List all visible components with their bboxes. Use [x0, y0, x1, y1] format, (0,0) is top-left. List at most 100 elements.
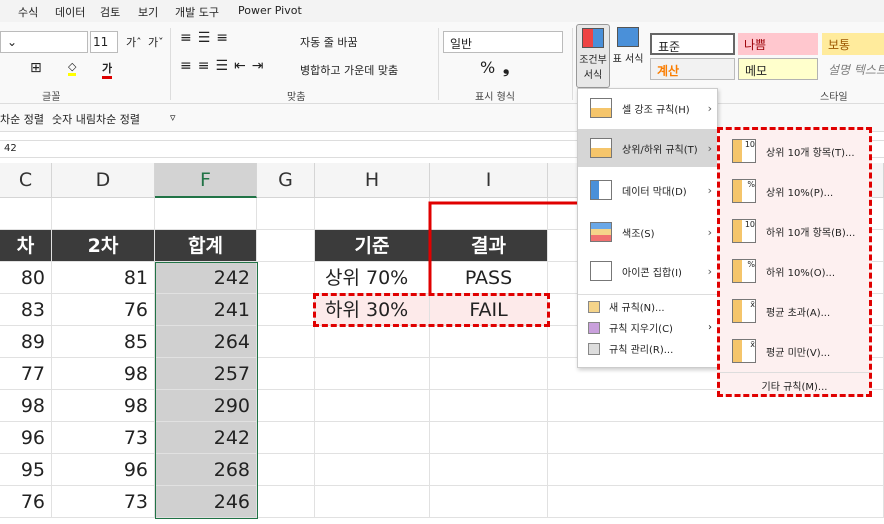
submenu-item[interactable]: x̄ 평균 미만(V)...: [732, 336, 830, 366]
cell[interactable]: [257, 230, 315, 262]
table-cell[interactable]: 85: [52, 326, 155, 358]
cell[interactable]: [315, 198, 430, 230]
cell[interactable]: [257, 294, 315, 326]
cell[interactable]: [257, 198, 315, 230]
style-normal[interactable]: 표준: [650, 33, 735, 55]
submenu-item[interactable]: % 상위 10%(P)...: [732, 176, 833, 206]
table-cell[interactable]: 76: [0, 486, 52, 518]
menu-item-data-bars[interactable]: 데이터 막대(D) ›: [578, 171, 718, 209]
merge-center-button[interactable]: 병합하고 가운데 맞춤: [300, 62, 398, 78]
table-header-cell[interactable]: 차: [0, 230, 52, 262]
percent-button[interactable]: %: [480, 58, 495, 77]
tab-developer[interactable]: 개발 도구: [175, 4, 219, 20]
cell[interactable]: [548, 422, 884, 454]
cell[interactable]: [548, 454, 884, 486]
tab-power-pivot[interactable]: Power Pivot: [238, 4, 302, 17]
customize-dropdown-icon[interactable]: ▿: [170, 111, 176, 124]
table-cell[interactable]: 77: [0, 358, 52, 390]
column-header-d[interactable]: D: [52, 163, 155, 198]
cell[interactable]: [430, 390, 548, 422]
tab-formulas[interactable]: 수식: [18, 4, 38, 20]
tab-review[interactable]: 검토: [100, 4, 120, 20]
cell[interactable]: [430, 422, 548, 454]
table-cell[interactable]: 81: [52, 262, 155, 294]
cell[interactable]: [257, 262, 315, 294]
cell[interactable]: [548, 486, 884, 518]
table-cell[interactable]: 96: [0, 422, 52, 454]
menu-item-manage-rules[interactable]: 규칙 관리(R)...: [578, 338, 718, 359]
column-header-g[interactable]: G: [257, 163, 315, 198]
vertical-align-icons[interactable]: ≡☰≡: [180, 30, 234, 46]
fill-color-icon[interactable]: ◇: [68, 60, 77, 76]
cell[interactable]: [257, 326, 315, 358]
submenu-item[interactable]: 10 하위 10개 항목(B)...: [732, 216, 855, 246]
cell[interactable]: [315, 358, 430, 390]
column-header-f[interactable]: F: [155, 163, 257, 198]
wrap-text-button[interactable]: 자동 줄 바꿈: [300, 34, 358, 50]
cell[interactable]: [0, 198, 52, 230]
column-header-i[interactable]: I: [430, 163, 548, 198]
menu-item-new-rule[interactable]: 새 규칙(N)...: [578, 296, 718, 317]
table-cell[interactable]: 73: [52, 422, 155, 454]
cell[interactable]: [315, 422, 430, 454]
cell[interactable]: [315, 326, 430, 358]
table-cell[interactable]: 98: [52, 358, 155, 390]
font-color-icon[interactable]: 가: [102, 60, 113, 79]
submenu-item[interactable]: % 하위 10%(O)...: [732, 256, 835, 286]
cell[interactable]: [257, 390, 315, 422]
column-header-c[interactable]: C: [0, 163, 52, 198]
cell[interactable]: [430, 326, 548, 358]
column-header-h[interactable]: H: [315, 163, 430, 198]
cell[interactable]: [257, 486, 315, 518]
grow-font-button[interactable]: 가ˆ: [126, 34, 142, 50]
conditional-format-button[interactable]: 조건부 서식: [576, 24, 610, 88]
cell[interactable]: [430, 198, 548, 230]
number-format-dropdown[interactable]: 일반: [443, 31, 563, 53]
menu-item-highlight-rules[interactable]: 셀 강조 규칙(H) ›: [578, 89, 718, 127]
criteria-header-cell[interactable]: 결과: [430, 230, 548, 262]
menu-item-clear-rules[interactable]: 규칙 지우기(C) ›: [578, 317, 718, 338]
criteria-cell[interactable]: PASS: [430, 262, 548, 294]
submenu-item[interactable]: x̄ 평균 초과(A)...: [732, 296, 830, 326]
sort-ascending-button[interactable]: 차순 정렬: [0, 111, 44, 127]
sort-descending-button[interactable]: 숫자 내림차순 정렬: [52, 111, 140, 127]
menu-item-icon-sets[interactable]: 아이콘 집합(I) ›: [578, 252, 718, 290]
tab-data[interactable]: 데이터: [55, 4, 85, 20]
cell[interactable]: [430, 454, 548, 486]
cell[interactable]: [52, 198, 155, 230]
cell[interactable]: [315, 454, 430, 486]
style-explanatory[interactable]: 설명 텍스트: [822, 58, 884, 80]
table-cell[interactable]: 98: [0, 390, 52, 422]
table-cell[interactable]: 76: [52, 294, 155, 326]
format-as-table-button[interactable]: 표 서식: [612, 24, 644, 88]
table-cell[interactable]: 89: [0, 326, 52, 358]
cell[interactable]: [315, 486, 430, 518]
table-header-cell[interactable]: 합계: [155, 230, 257, 262]
horizontal-align-icons[interactable]: ≡≡☰⇤⇥: [180, 58, 269, 74]
font-name-dropdown[interactable]: ⌄: [0, 31, 88, 53]
style-calculation[interactable]: 계산: [650, 58, 735, 80]
style-note[interactable]: 메모: [738, 58, 818, 80]
font-size-dropdown[interactable]: 11: [90, 31, 118, 53]
table-cell[interactable]: 95: [0, 454, 52, 486]
style-bad[interactable]: 나쁨: [738, 33, 818, 55]
table-header-cell[interactable]: 2차: [52, 230, 155, 262]
menu-item-color-scales[interactable]: 색조(S) ›: [578, 213, 718, 251]
table-cell[interactable]: 73: [52, 486, 155, 518]
borders-icon[interactable]: ⊞: [30, 60, 42, 76]
table-cell[interactable]: 83: [0, 294, 52, 326]
criteria-cell[interactable]: 상위 70%: [315, 262, 430, 294]
submenu-item[interactable]: 10 상위 10개 항목(T)...: [732, 136, 855, 166]
cell[interactable]: [257, 454, 315, 486]
table-cell[interactable]: 98: [52, 390, 155, 422]
cell[interactable]: [430, 358, 548, 390]
table-cell[interactable]: 80: [0, 262, 52, 294]
cell[interactable]: [257, 422, 315, 454]
cell[interactable]: [315, 390, 430, 422]
cell[interactable]: [430, 486, 548, 518]
shrink-font-button[interactable]: 가ˇ: [148, 34, 164, 50]
comma-button[interactable]: ❟: [503, 58, 509, 78]
menu-item-top-bottom-rules[interactable]: 상위/하위 규칙(T) ›: [578, 129, 718, 167]
tab-view[interactable]: 보기: [138, 4, 158, 20]
more-rules-item[interactable]: 기타 규칙(M)...: [720, 372, 869, 393]
